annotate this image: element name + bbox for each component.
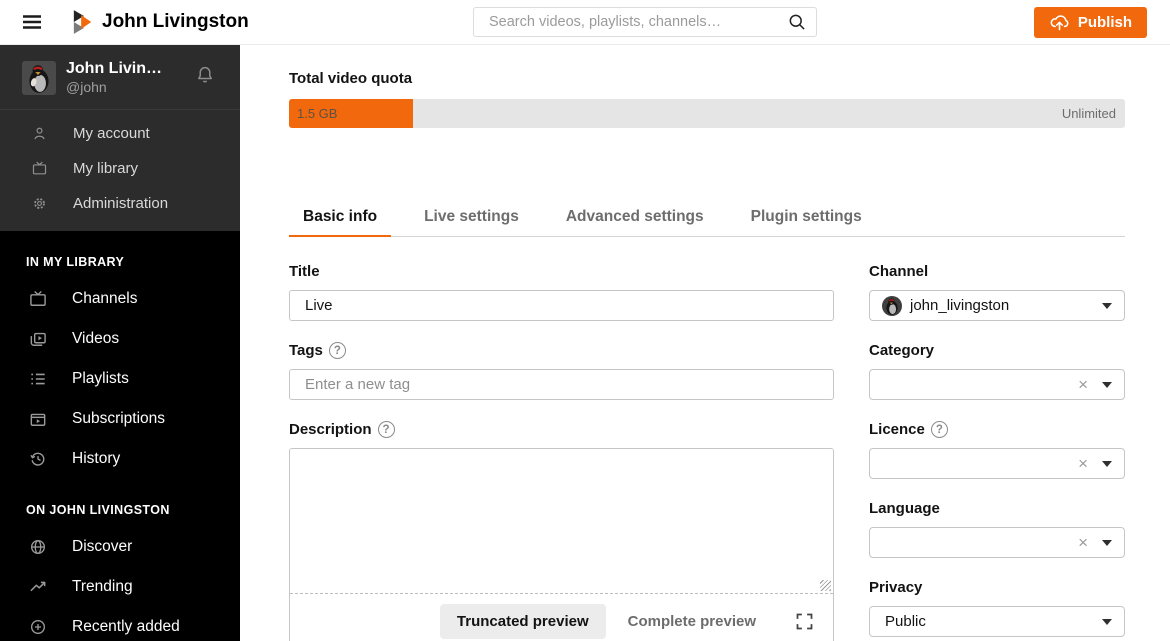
main-content: Total video quota 1.5 GB Unlimited Basic… [240,45,1170,641]
sidebar-item-discover[interactable]: Discover [0,527,240,567]
description-label: Description ? [289,421,834,438]
sidebar-item-my-account[interactable]: My account [0,116,240,151]
videos-icon [28,329,48,349]
search-icon[interactable] [787,12,807,37]
quota-label: Total video quota [289,70,413,87]
menu-toggle-icon[interactable] [20,10,44,34]
sidebar-item-subscriptions[interactable]: Subscriptions [0,399,240,439]
licence-label: Licence ? [869,421,1125,438]
tab-basic-info[interactable]: Basic info [289,208,392,237]
maximize-icon[interactable] [794,611,815,632]
privacy-select-value: Public [885,613,926,630]
search-bar [473,7,817,37]
title-label: Title [289,263,320,280]
chevron-down-icon [1102,460,1112,467]
quota-used-text: 1.5 GB [297,106,338,121]
tab-plugin-settings[interactable]: Plugin settings [737,208,876,236]
chevron-down-icon [1102,618,1112,625]
clear-icon[interactable]: × [1078,376,1088,393]
tags-input[interactable] [289,369,834,400]
channel-select-value: john_livingston [910,297,1010,314]
language-label: Language [869,500,940,517]
sidebar-item-trending[interactable]: Trending [0,567,240,607]
help-icon[interactable]: ? [377,421,395,438]
chevron-down-icon [1102,381,1112,388]
publish-button[interactable]: Publish [1033,7,1147,38]
resize-grip-icon[interactable] [820,580,831,591]
privacy-label: Privacy [869,579,923,596]
description-textarea[interactable] [290,449,833,594]
quota-progress-bar: 1.5 GB Unlimited [289,99,1125,128]
account-display-name: John Livingston [66,60,166,77]
playlists-icon [28,369,48,389]
peertube-logo-icon[interactable] [72,9,94,35]
channel-label: Channel [869,263,929,280]
complete-preview-button[interactable]: Complete preview [628,604,756,639]
notifications-bell-icon[interactable] [194,64,216,91]
tab-advanced-settings[interactable]: Advanced settings [552,208,718,236]
plus-circle-icon [28,617,48,637]
section-title-in-my-library: IN MY LIBRARY [26,255,125,269]
instance-title[interactable]: John Livingston [102,11,249,33]
avatar[interactable] [22,60,56,95]
help-icon[interactable]: ? [328,342,346,359]
sidebar-item-videos[interactable]: Videos [0,319,240,359]
tab-live-settings[interactable]: Live settings [410,208,533,236]
top-header: John Livingston Publish [0,0,1170,45]
account-block[interactable]: John Livingston @john [0,45,240,110]
sidebar-item-my-library[interactable]: My library [0,151,240,186]
channel-select[interactable]: john_livingston [869,290,1125,321]
sidebar-item-channels[interactable]: Channels [0,279,240,319]
sidebar-item-playlists[interactable]: Playlists [0,359,240,399]
sidebar-item-administration[interactable]: Administration [0,186,240,221]
settings-tabs: Basic info Live settings Advanced settin… [289,208,1125,237]
channel-avatar [882,295,902,316]
channels-tv-icon [28,289,48,309]
quota-limit-text: Unlimited [1061,106,1116,121]
user-icon [31,125,48,142]
history-clock-icon [28,449,48,469]
chevron-down-icon [1102,302,1112,309]
clear-icon[interactable]: × [1078,455,1088,472]
sidebar-item-history[interactable]: History [0,439,240,479]
description-editor: Truncated preview Complete preview [289,448,834,641]
truncated-preview-button[interactable]: Truncated preview [439,603,606,639]
search-input[interactable] [473,7,817,37]
tv-icon [31,160,48,177]
description-preview-toolbar: Truncated preview Complete preview [290,594,833,641]
clear-icon[interactable]: × [1078,534,1088,551]
privacy-select[interactable]: Public [869,606,1125,637]
category-select[interactable]: × [869,369,1125,400]
account-handle: @john [66,79,107,95]
trending-up-icon [28,577,48,597]
help-icon[interactable]: ? [930,421,948,438]
quota-progress-fill: 1.5 GB [289,99,413,128]
upload-cloud-icon [1049,12,1070,33]
subscriptions-icon [28,409,48,429]
chevron-down-icon [1102,539,1112,546]
language-select[interactable]: × [869,527,1125,558]
sidebar-item-recently-added[interactable]: Recently added [0,607,240,641]
sidebar: John Livingston @john My account [0,45,240,641]
licence-select[interactable]: × [869,448,1125,479]
title-input[interactable] [289,290,834,321]
section-title-on-instance: ON JOHN LIVINGSTON [26,503,170,517]
category-label: Category [869,342,935,359]
gear-icon [31,195,48,212]
tags-label: Tags ? [289,342,834,359]
globe-icon [28,537,48,557]
